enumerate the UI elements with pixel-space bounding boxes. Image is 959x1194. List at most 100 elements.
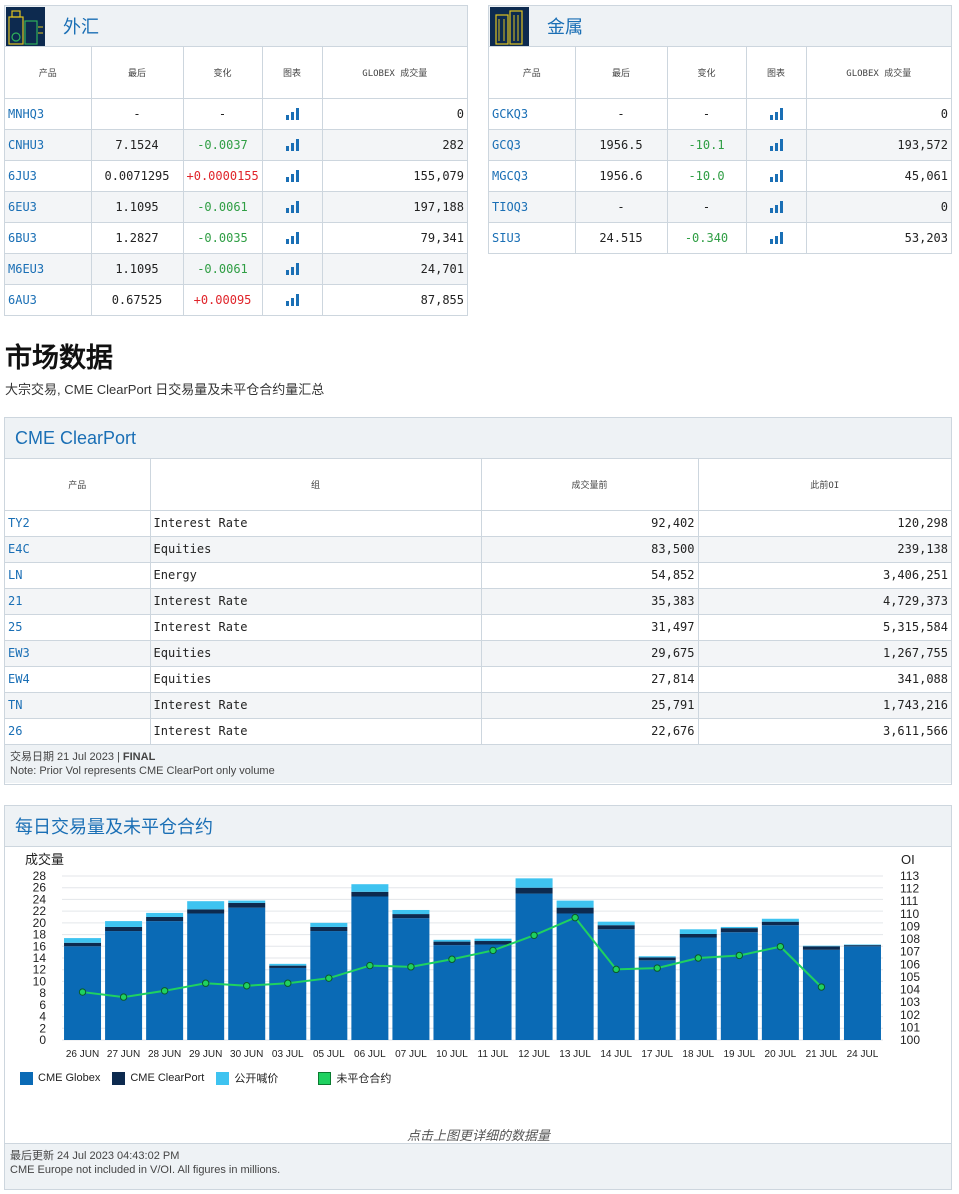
- clearport-row[interactable]: 25 Interest Rate 31,497 5,315,584: [5, 614, 951, 641]
- bar-globex[interactable]: [228, 907, 266, 1040]
- bar-open-outcry[interactable]: [310, 922, 348, 927]
- bar-open-outcry[interactable]: [679, 929, 717, 934]
- chart-icon[interactable]: [285, 170, 299, 182]
- bar-globex[interactable]: [146, 921, 184, 1040]
- quote-row[interactable]: TIOQ3- -0: [489, 191, 951, 223]
- bar-clearport[interactable]: [64, 942, 102, 947]
- bar-globex[interactable]: [720, 932, 758, 1040]
- quote-row[interactable]: 6EU3 1.1095 -0.0061 197,188: [5, 191, 467, 223]
- product-link[interactable]: TIOQ3: [489, 191, 576, 223]
- bar-open-outcry[interactable]: [556, 900, 594, 908]
- bar-clearport[interactable]: [269, 965, 307, 968]
- bar-clearport[interactable]: [105, 926, 143, 932]
- quote-row[interactable]: GCKQ3- -0: [489, 98, 951, 130]
- product-link[interactable]: GCKQ3: [489, 98, 576, 130]
- chart-icon[interactable]: [769, 108, 783, 120]
- product-link[interactable]: MNHQ3: [5, 98, 92, 130]
- product-link[interactable]: SIU3: [489, 222, 576, 254]
- clearport-row[interactable]: EW3 Equities 29,675 1,267,755: [5, 640, 951, 667]
- clearport-row[interactable]: EW4 Equities 27,814 341,088: [5, 666, 951, 693]
- product-link[interactable]: 25: [5, 614, 151, 641]
- bar-globex[interactable]: [269, 967, 307, 1040]
- product-link[interactable]: 6BU3: [5, 222, 92, 254]
- quote-row[interactable]: GCQ3 1956.5 -10.1 193,572: [489, 129, 951, 161]
- product-link[interactable]: CNHU3: [5, 129, 92, 161]
- bar-open-outcry[interactable]: [433, 939, 471, 942]
- bar-clearport[interactable]: [515, 887, 553, 894]
- chart-cell[interactable]: [262, 253, 323, 285]
- bar-globex[interactable]: [105, 931, 143, 1040]
- clearport-row[interactable]: TN Interest Rate 25,791 1,743,216: [5, 692, 951, 719]
- clearport-row[interactable]: LN Energy 54,852 3,406,251: [5, 562, 951, 589]
- bar-clearport[interactable]: [146, 917, 184, 922]
- legend-item-open-outcry[interactable]: 公开喊价: [216, 1070, 278, 1086]
- bar-open-outcry[interactable]: [474, 938, 512, 942]
- chart-cell[interactable]: [746, 129, 807, 161]
- bar-open-outcry[interactable]: [392, 909, 430, 915]
- bar-clearport[interactable]: [351, 891, 389, 897]
- bar-open-outcry[interactable]: [802, 945, 840, 947]
- chart-cell[interactable]: [746, 191, 807, 223]
- product-link[interactable]: 6AU3: [5, 284, 92, 316]
- product-link[interactable]: 6EU3: [5, 191, 92, 223]
- quote-row[interactable]: 6JU3 0.0071295 +0.0000155 155,079: [5, 160, 467, 192]
- product-link[interactable]: EW4: [5, 666, 151, 693]
- bar-globex[interactable]: [638, 960, 676, 1040]
- product-link[interactable]: 6JU3: [5, 160, 92, 192]
- quote-row[interactable]: 6BU3 1.2827 -0.0035 79,341: [5, 222, 467, 254]
- bar-clearport[interactable]: [474, 941, 512, 945]
- product-link[interactable]: MGCQ3: [489, 160, 576, 192]
- bar-clearport[interactable]: [392, 914, 430, 919]
- quote-row[interactable]: 6AU3 0.67525 +0.00095 87,855: [5, 284, 467, 316]
- chart-icon[interactable]: [285, 201, 299, 213]
- bar-open-outcry[interactable]: [228, 900, 266, 903]
- bar-clearport[interactable]: [433, 941, 471, 946]
- bar-open-outcry[interactable]: [597, 921, 635, 926]
- bar-globex[interactable]: [474, 944, 512, 1040]
- bar-globex[interactable]: [802, 949, 840, 1040]
- product-link[interactable]: TN: [5, 692, 151, 719]
- bar-globex[interactable]: [679, 937, 717, 1041]
- bar-clearport[interactable]: [679, 933, 717, 938]
- bar-clearport[interactable]: [310, 926, 348, 932]
- quote-row[interactable]: MGCQ3 1956.6 -10.0 45,061: [489, 160, 951, 192]
- chart-icon[interactable]: [769, 139, 783, 151]
- chart-icon[interactable]: [285, 232, 299, 244]
- bar-open-outcry[interactable]: [269, 963, 307, 966]
- chart-icon[interactable]: [285, 139, 299, 151]
- legend-item-clearport[interactable]: CME ClearPort: [112, 1071, 204, 1085]
- bar-open-outcry[interactable]: [146, 912, 184, 917]
- product-link[interactable]: 26: [5, 718, 151, 745]
- chart-icon[interactable]: [769, 201, 783, 213]
- bar-clearport[interactable]: [597, 925, 635, 930]
- volume-oi-chart[interactable]: 0246810121416182022242628100101102103104…: [0, 845, 959, 1075]
- product-link[interactable]: EW3: [5, 640, 151, 667]
- bar-clearport[interactable]: [843, 945, 881, 947]
- product-link[interactable]: TY2: [5, 510, 151, 537]
- bar-clearport[interactable]: [802, 946, 840, 950]
- bar-globex[interactable]: [187, 913, 225, 1040]
- chart-cell[interactable]: [746, 98, 807, 130]
- legend-item-open-interest[interactable]: 未平仓合约: [318, 1070, 391, 1086]
- chart-cell[interactable]: [746, 222, 807, 254]
- chart-cell[interactable]: [262, 222, 323, 254]
- bar-globex[interactable]: [392, 918, 430, 1040]
- chart-cell[interactable]: [262, 284, 323, 316]
- chart-icon[interactable]: [769, 232, 783, 244]
- bar-clearport[interactable]: [638, 957, 676, 961]
- clearport-row[interactable]: E4C Equities 83,500 239,138: [5, 536, 951, 563]
- clearport-row[interactable]: 21 Interest Rate 35,383 4,729,373: [5, 588, 951, 615]
- product-link[interactable]: M6EU3: [5, 253, 92, 285]
- bar-clearport[interactable]: [556, 907, 594, 914]
- legend-item-globex[interactable]: CME Globex: [20, 1071, 100, 1085]
- bar-globex[interactable]: [310, 931, 348, 1040]
- quote-row[interactable]: MNHQ3- -0: [5, 98, 467, 130]
- chart-icon[interactable]: [285, 108, 299, 120]
- chart-icon[interactable]: [285, 294, 299, 306]
- chart-cell[interactable]: [746, 160, 807, 192]
- bar-open-outcry[interactable]: [720, 926, 758, 929]
- bar-open-outcry[interactable]: [351, 884, 389, 892]
- quote-row[interactable]: SIU3 24.515 -0.340 53,203: [489, 222, 951, 254]
- bar-globex[interactable]: [597, 929, 635, 1040]
- product-link[interactable]: 21: [5, 588, 151, 615]
